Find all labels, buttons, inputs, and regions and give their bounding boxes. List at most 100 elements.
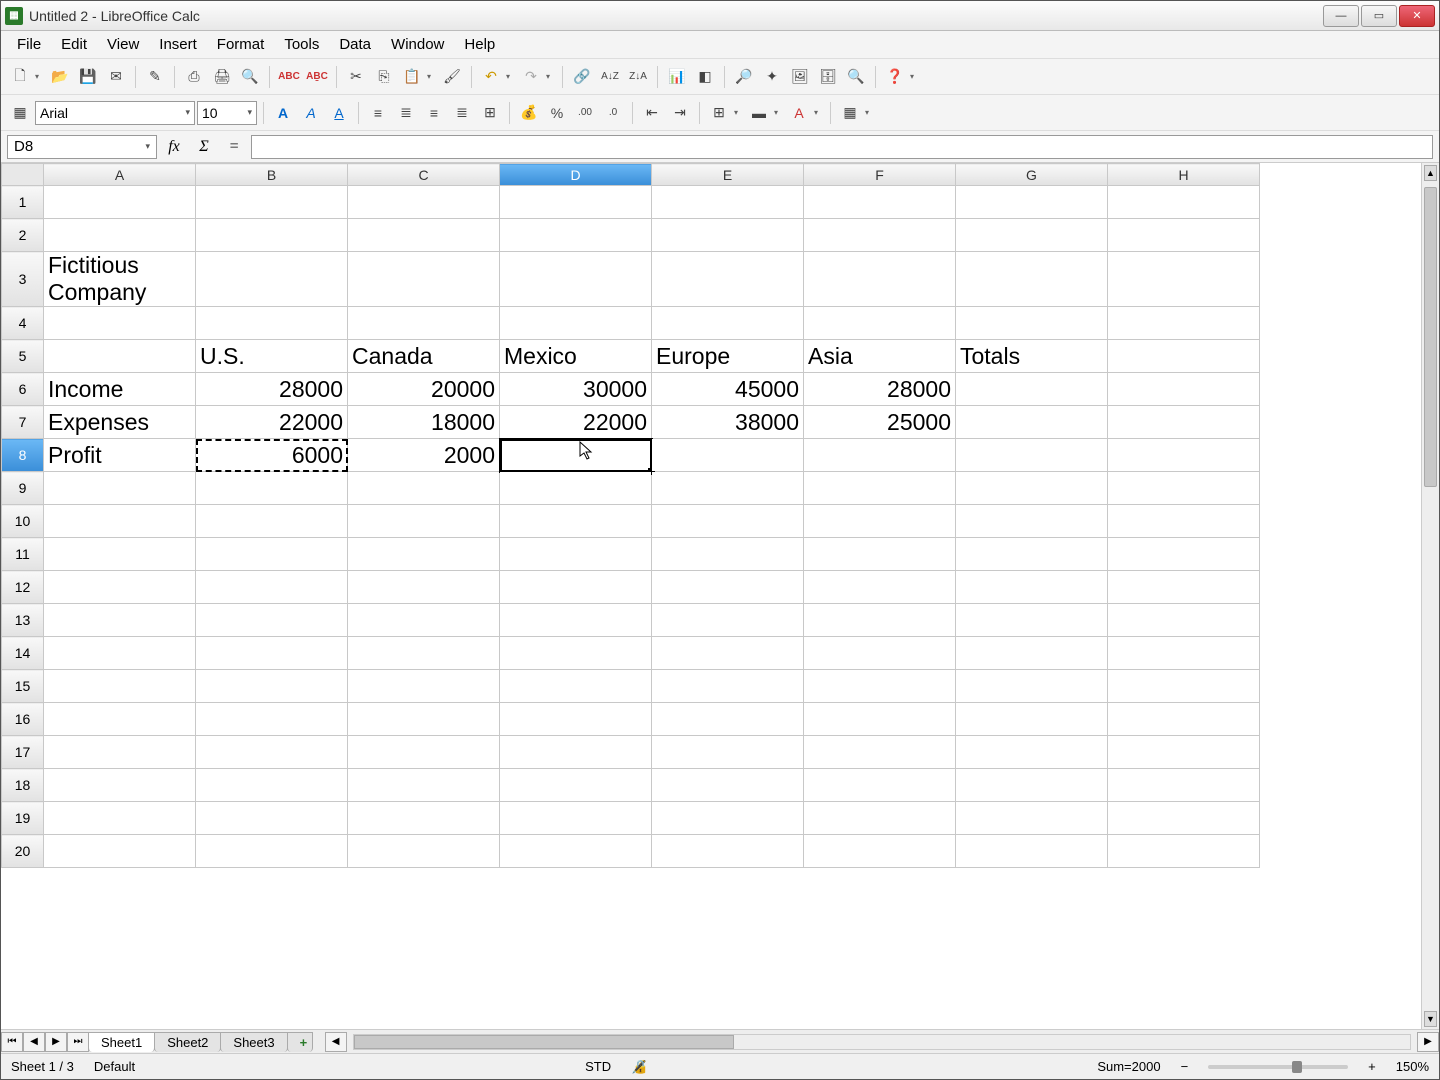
cell-A13[interactable]: [44, 604, 196, 637]
cell-E11[interactable]: [652, 538, 804, 571]
cell-F6[interactable]: 28000: [804, 373, 956, 406]
cell-D5[interactable]: Mexico: [500, 340, 652, 373]
cell-B9[interactable]: [196, 472, 348, 505]
zoom-icon[interactable]: 🔍: [843, 64, 869, 90]
cell-G2[interactable]: [956, 219, 1108, 252]
vscroll-thumb[interactable]: [1424, 187, 1437, 487]
cell-F12[interactable]: [804, 571, 956, 604]
print-preview-icon[interactable]: 🔍: [237, 64, 263, 90]
cell-G10[interactable]: [956, 505, 1108, 538]
bgcolor-icon[interactable]: ▬: [746, 100, 772, 126]
row-header-10[interactable]: 10: [2, 505, 44, 538]
cell-G16[interactable]: [956, 703, 1108, 736]
align-left-icon[interactable]: ≡: [365, 100, 391, 126]
cell-H6[interactable]: [1108, 373, 1260, 406]
cell-B19[interactable]: [196, 802, 348, 835]
horizontal-scrollbar[interactable]: [353, 1034, 1411, 1050]
scroll-up-icon[interactable]: ▲: [1424, 165, 1437, 181]
cell-E1[interactable]: [652, 186, 804, 219]
cell-H19[interactable]: [1108, 802, 1260, 835]
cell-C6[interactable]: 20000: [348, 373, 500, 406]
cell-C8[interactable]: 2000: [348, 439, 500, 472]
tab-first-icon[interactable]: ⏮: [1, 1032, 23, 1052]
tab-last-icon[interactable]: ⏭: [67, 1032, 89, 1052]
minimize-button[interactable]: —: [1323, 5, 1359, 27]
cell-D12[interactable]: [500, 571, 652, 604]
cell-C4[interactable]: [348, 307, 500, 340]
cell-E5[interactable]: Europe: [652, 340, 804, 373]
decrease-indent-icon[interactable]: ⇤: [639, 100, 665, 126]
cell-B6[interactable]: 28000: [196, 373, 348, 406]
spellcheck-icon[interactable]: ABC: [276, 64, 302, 90]
cell-D15[interactable]: [500, 670, 652, 703]
cell-A19[interactable]: [44, 802, 196, 835]
cell-F4[interactable]: [804, 307, 956, 340]
cell-C13[interactable]: [348, 604, 500, 637]
maximize-button[interactable]: ▭: [1361, 5, 1397, 27]
increase-indent-icon[interactable]: ⇥: [667, 100, 693, 126]
menu-insert[interactable]: Insert: [149, 32, 207, 57]
cut-icon[interactable]: ✂: [343, 64, 369, 90]
menu-edit[interactable]: Edit: [51, 32, 97, 57]
cell-C11[interactable]: [348, 538, 500, 571]
cell-C10[interactable]: [348, 505, 500, 538]
col-header-F[interactable]: F: [804, 164, 956, 186]
cell-C7[interactable]: 18000: [348, 406, 500, 439]
cell-G6[interactable]: [956, 373, 1108, 406]
cell-A9[interactable]: [44, 472, 196, 505]
cell-E2[interactable]: [652, 219, 804, 252]
copy-icon[interactable]: ⎘: [371, 64, 397, 90]
cell-C18[interactable]: [348, 769, 500, 802]
find-icon[interactable]: 🔎: [731, 64, 757, 90]
col-header-D[interactable]: D: [500, 164, 652, 186]
cell-G9[interactable]: [956, 472, 1108, 505]
status-sum[interactable]: Sum=2000: [1097, 1059, 1160, 1074]
cell-A6[interactable]: Income: [44, 373, 196, 406]
row-header-9[interactable]: 9: [2, 472, 44, 505]
cell-F14[interactable]: [804, 637, 956, 670]
cell-B20[interactable]: [196, 835, 348, 868]
cell-A2[interactable]: [44, 219, 196, 252]
cell-E12[interactable]: [652, 571, 804, 604]
cell-F3[interactable]: [804, 252, 956, 307]
sheet-tab-3[interactable]: Sheet3: [220, 1032, 287, 1052]
row-header-13[interactable]: 13: [2, 604, 44, 637]
cell-B13[interactable]: [196, 604, 348, 637]
cell-B5[interactable]: U.S.: [196, 340, 348, 373]
cell-G7[interactable]: [956, 406, 1108, 439]
zoom-knob[interactable]: [1292, 1061, 1302, 1073]
add-sheet-button[interactable]: +: [287, 1032, 313, 1052]
format-paintbrush-icon[interactable]: 🖌: [439, 64, 465, 90]
row-header-8[interactable]: 8: [2, 439, 44, 472]
equals-icon[interactable]: =: [221, 135, 247, 159]
currency-icon[interactable]: 💰: [516, 100, 542, 126]
cell-C20[interactable]: [348, 835, 500, 868]
cell-F17[interactable]: [804, 736, 956, 769]
align-justify-icon[interactable]: ≣: [449, 100, 475, 126]
grid-lines-icon[interactable]: ▦: [837, 100, 863, 126]
cell-F15[interactable]: [804, 670, 956, 703]
show-draw-icon[interactable]: ◧: [692, 64, 718, 90]
cell-C14[interactable]: [348, 637, 500, 670]
cell-H12[interactable]: [1108, 571, 1260, 604]
cell-D7[interactable]: 22000: [500, 406, 652, 439]
cell-E13[interactable]: [652, 604, 804, 637]
cell-H14[interactable]: [1108, 637, 1260, 670]
cell-G8[interactable]: [956, 439, 1108, 472]
cell-G3[interactable]: [956, 252, 1108, 307]
open-icon[interactable]: 📂: [47, 64, 73, 90]
cell-G4[interactable]: [956, 307, 1108, 340]
cell-B1[interactable]: [196, 186, 348, 219]
redo-dropdown-icon[interactable]: ▾: [546, 72, 556, 81]
cell-C1[interactable]: [348, 186, 500, 219]
menu-view[interactable]: View: [97, 32, 149, 57]
undo-icon[interactable]: ↶: [478, 64, 504, 90]
formula-input[interactable]: [251, 135, 1433, 159]
cell-B15[interactable]: [196, 670, 348, 703]
cell-F13[interactable]: [804, 604, 956, 637]
cell-C2[interactable]: [348, 219, 500, 252]
cell-H7[interactable]: [1108, 406, 1260, 439]
cell-F9[interactable]: [804, 472, 956, 505]
row-header-12[interactable]: 12: [2, 571, 44, 604]
cell-B10[interactable]: [196, 505, 348, 538]
